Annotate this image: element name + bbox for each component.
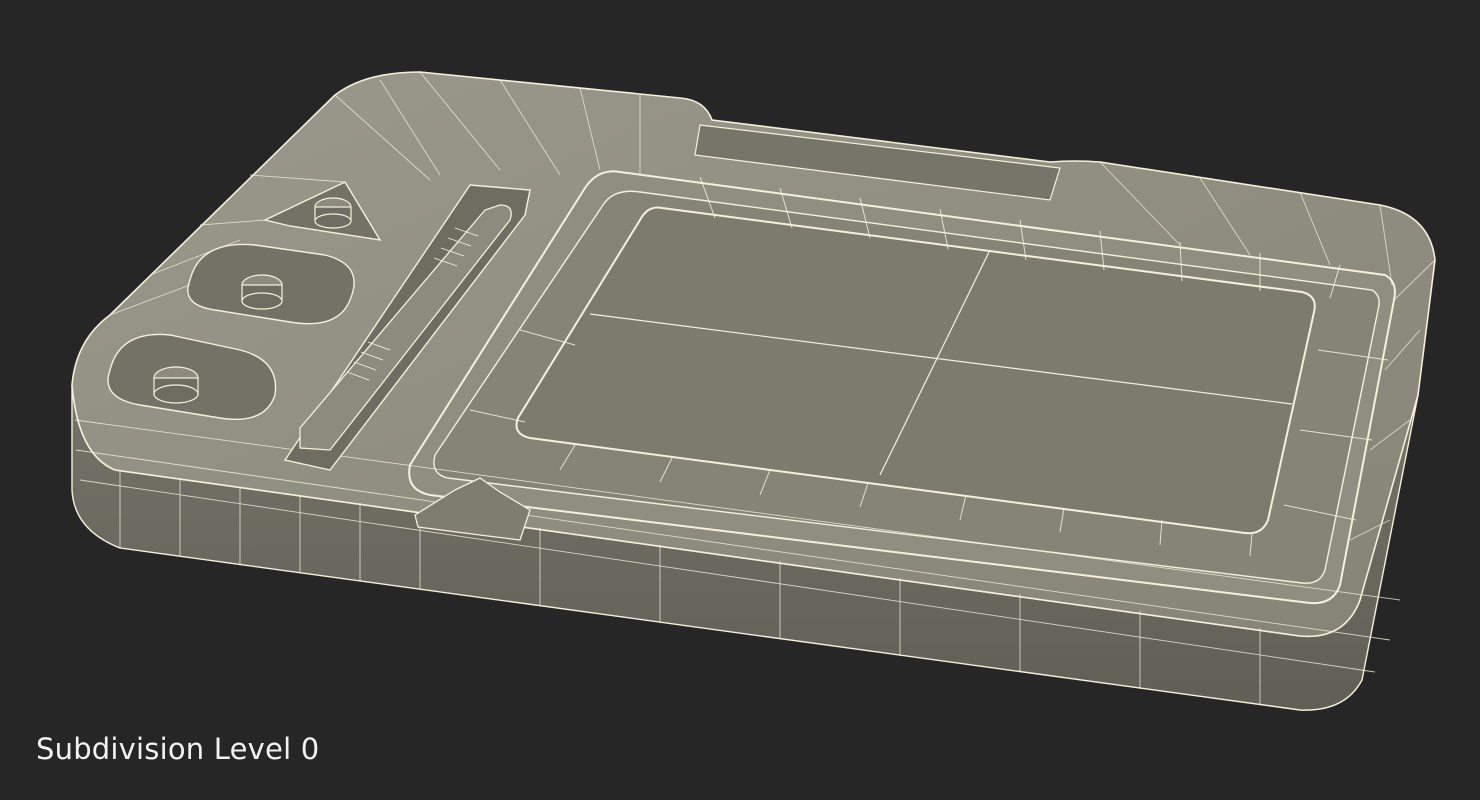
subdivision-level-caption: Subdivision Level 0 (36, 732, 320, 766)
tablet-wireframe-render (71, 71, 1436, 711)
viewport: Subdivision Level 0 (0, 0, 1480, 800)
